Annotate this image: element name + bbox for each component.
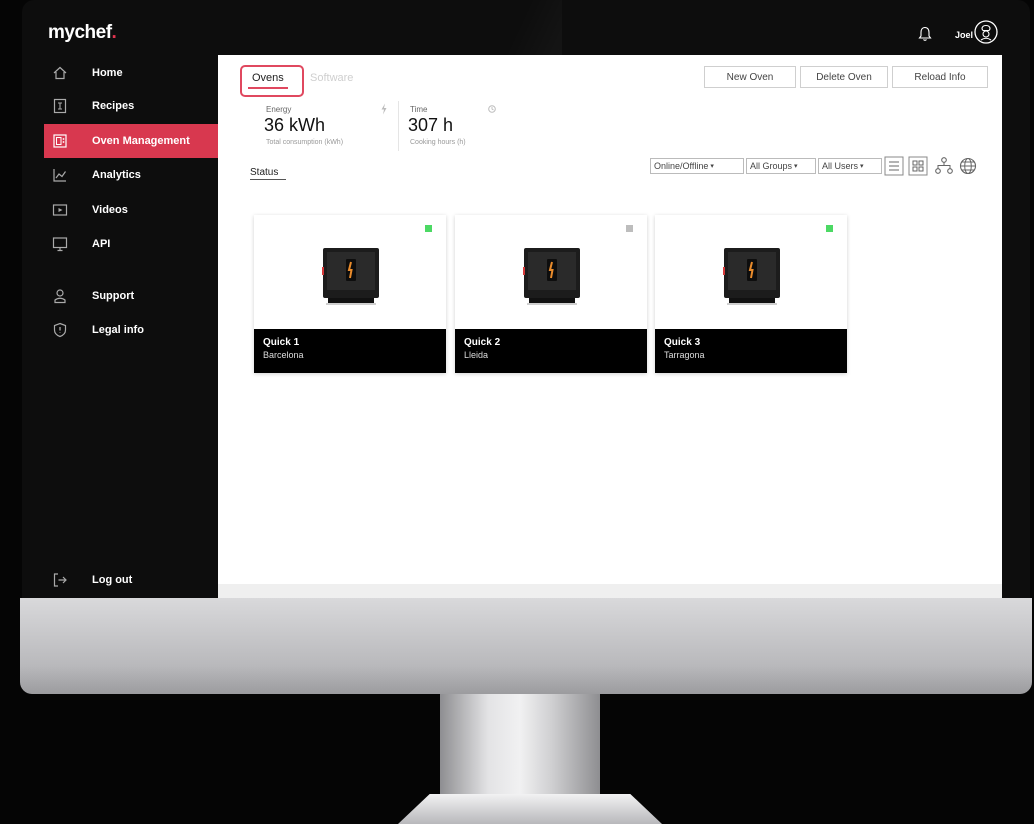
oven-caption: Quick 2 Lleida	[455, 329, 647, 373]
sidebar-item-api[interactable]: API	[44, 227, 218, 261]
delete-oven-button[interactable]: Delete Oven	[800, 66, 888, 88]
users-select[interactable]: All Users ▾	[818, 158, 882, 174]
oven-name: Quick 2	[464, 337, 501, 348]
logout-label: Log out	[92, 574, 133, 586]
sidebar-item-oven-management[interactable]: Oven Management	[44, 124, 218, 158]
oven-name: Quick 3	[664, 337, 701, 348]
analytics-icon	[53, 169, 66, 182]
sidebar-item-label: Support	[92, 290, 135, 302]
user-name[interactable]: Joel	[955, 30, 973, 40]
groups-value: All Groups	[750, 161, 793, 171]
sidebar-item-home[interactable]: Home	[44, 56, 218, 90]
oven-management-icon	[53, 134, 67, 148]
tab-ovens-underline	[248, 87, 288, 89]
users-value: All Users	[822, 161, 859, 171]
chevron-down-icon: ▾	[860, 163, 864, 170]
oven-card-quick-1[interactable]: Quick 1 Barcelona	[254, 215, 446, 373]
tab-ovens[interactable]: Ovens	[252, 72, 284, 84]
oven-icon	[322, 248, 379, 305]
new-oven-button[interactable]: New Oven	[704, 66, 796, 88]
reload-info-button[interactable]: Reload Info	[892, 66, 988, 88]
oven-location: Barcelona	[263, 350, 304, 360]
energy-icon	[381, 103, 387, 115]
legal-icon	[53, 322, 67, 338]
sidebar-item-label: Legal info	[92, 324, 144, 336]
time-label: Time	[410, 105, 428, 114]
status-tab[interactable]: Status	[250, 167, 278, 178]
globe-icon[interactable]	[958, 156, 978, 176]
sidebar-item-analytics[interactable]: Analytics	[44, 158, 218, 192]
oven-name: Quick 1	[263, 337, 300, 348]
oven-location: Lleida	[464, 350, 489, 360]
oven-location: Tarragona	[664, 350, 705, 360]
monitor-chin	[20, 598, 1032, 694]
time-sub: Cooking hours (h)	[410, 139, 466, 146]
oven-card-quick-3[interactable]: Quick 3 Tarragona	[655, 215, 847, 373]
monitor-stand-base	[398, 794, 662, 824]
logo-dot: .	[111, 22, 117, 43]
chevron-down-icon: ▾	[794, 163, 798, 170]
bell-icon[interactable]	[918, 26, 932, 42]
oven-caption: Quick 3 Tarragona	[655, 329, 847, 373]
videos-icon	[52, 204, 68, 216]
recipes-icon	[53, 98, 67, 114]
oven-icon	[723, 248, 780, 305]
chevron-down-icon: ▾	[710, 163, 714, 170]
energy-value: 36 kWh	[264, 115, 326, 135]
sidebar-item-label: Recipes	[92, 100, 135, 112]
chef-avatar-icon[interactable]	[974, 20, 998, 44]
stats-divider	[398, 101, 399, 151]
sidebar-item-legal-info[interactable]: Legal info	[44, 313, 218, 347]
mychef-logo[interactable]: mychef.	[48, 22, 117, 44]
tab-software[interactable]: Software	[310, 72, 353, 84]
clock-icon	[488, 105, 496, 113]
status-indicator	[425, 225, 432, 232]
online-offline-select[interactable]: Online/Offline ▾	[650, 158, 744, 174]
oven-icon	[523, 248, 580, 305]
screen-bottom-strip	[218, 584, 1002, 598]
sidebar-item-recipes[interactable]: Recipes	[44, 89, 218, 123]
sidebar-item-label: API	[92, 238, 111, 250]
energy-label: Energy	[266, 105, 292, 114]
support-icon	[54, 289, 66, 304]
monitor-stand	[440, 694, 600, 794]
api-icon	[52, 237, 68, 252]
status-indicator	[626, 225, 633, 232]
oven-card-quick-2[interactable]: Quick 2 Lleida	[455, 215, 647, 373]
sidebar-item-label: Videos	[92, 204, 128, 216]
hierarchy-icon[interactable]	[934, 156, 954, 176]
sidebar-item-videos[interactable]: Videos	[44, 193, 218, 227]
logout-icon	[53, 573, 67, 587]
time-value: 307 h	[408, 115, 454, 135]
groups-select[interactable]: All Groups ▾	[746, 158, 816, 174]
sidebar-item-label: Analytics	[92, 169, 141, 181]
energy-sub: Total consumption (kWh)	[266, 139, 344, 146]
sidebar-item-label: Oven Management	[92, 135, 190, 147]
oven-caption: Quick 1 Barcelona	[254, 329, 446, 373]
logo-text: mychef	[48, 22, 112, 43]
status-tab-underline	[250, 179, 286, 180]
online-offline-value: Online/Offline	[654, 161, 709, 171]
status-indicator	[826, 225, 833, 232]
main-panel: Ovens Software New Oven Delete Oven Relo…	[218, 55, 1002, 598]
grid-view-icon[interactable]	[908, 156, 928, 176]
home-icon	[53, 66, 67, 80]
sidebar-item-support[interactable]: Support	[44, 279, 218, 313]
list-view-icon[interactable]	[884, 156, 904, 176]
logout-button[interactable]: Log out	[44, 563, 218, 597]
sidebar-item-label: Home	[92, 67, 123, 79]
